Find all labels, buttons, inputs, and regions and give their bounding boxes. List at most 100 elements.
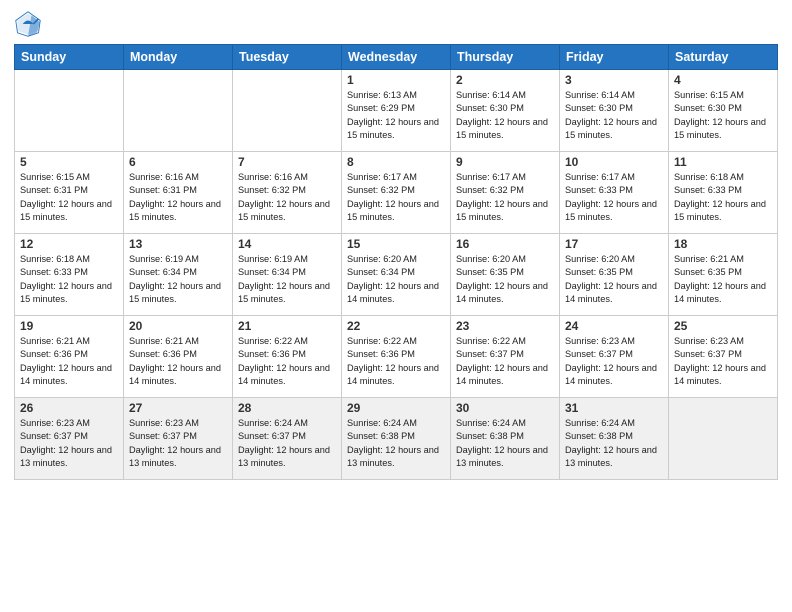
calendar-body: 1Sunrise: 6:13 AM Sunset: 6:29 PM Daylig… (15, 70, 778, 480)
day-number: 20 (129, 319, 227, 333)
day-number: 16 (456, 237, 554, 251)
calendar-cell: 6Sunrise: 6:16 AM Sunset: 6:31 PM Daylig… (124, 152, 233, 234)
day-number: 25 (674, 319, 772, 333)
day-number: 7 (238, 155, 336, 169)
day-number: 19 (20, 319, 118, 333)
day-number: 1 (347, 73, 445, 87)
calendar-cell: 15Sunrise: 6:20 AM Sunset: 6:34 PM Dayli… (342, 234, 451, 316)
day-info: Sunrise: 6:15 AM Sunset: 6:30 PM Dayligh… (674, 89, 772, 142)
weekday-header-saturday: Saturday (669, 45, 778, 70)
day-info: Sunrise: 6:17 AM Sunset: 6:32 PM Dayligh… (347, 171, 445, 224)
calendar-cell (124, 70, 233, 152)
day-number: 15 (347, 237, 445, 251)
week-row-1: 1Sunrise: 6:13 AM Sunset: 6:29 PM Daylig… (15, 70, 778, 152)
calendar-cell: 24 Sunrise: 6:23 AM Sunset: 6:37 PM Dayli… (560, 316, 669, 398)
day-number: 3 (565, 73, 663, 87)
day-info: Sunrise: 6:20 AM Sunset: 6:35 PM Dayligh… (456, 253, 554, 306)
day-info: Sunrise: 6:21 AM Sunset: 6:36 PM Dayligh… (129, 335, 227, 388)
calendar-table: SundayMondayTuesdayWednesdayThursdayFrid… (14, 44, 778, 480)
day-info: Sunrise: 6:22 AM Sunset: 6:37 PM Dayligh… (456, 335, 554, 388)
day-number: 10 (565, 155, 663, 169)
day-info: Sunrise: 6:24 AM Sunset: 6:38 PM Dayligh… (456, 417, 554, 470)
day-info: Sunrise: 6:23 AM Sunset: 6:37 PM Dayligh… (674, 335, 772, 388)
calendar-cell: 10 Sunrise: 6:17 AM Sunset: 6:33 PM Dayli… (560, 152, 669, 234)
weekday-header-monday: Monday (124, 45, 233, 70)
logo (14, 10, 46, 38)
day-number: 18 (674, 237, 772, 251)
weekday-header-sunday: Sunday (15, 45, 124, 70)
week-row-2: 5 Sunrise: 6:15 AM Sunset: 6:31 PM Daylig… (15, 152, 778, 234)
day-info: Sunrise: 6:18 AM Sunset: 6:33 PM Dayligh… (20, 253, 118, 306)
calendar-cell: 25 Sunrise: 6:23 AM Sunset: 6:37 PM Dayli… (669, 316, 778, 398)
day-info: Sunrise: 6:16 AM Sunset: 6:32 PM Dayligh… (238, 171, 336, 224)
day-number: 22 (347, 319, 445, 333)
calendar-cell: 3 Sunrise: 6:14 AM Sunset: 6:30 PM Daylig… (560, 70, 669, 152)
calendar-cell: 12Sunrise: 6:18 AM Sunset: 6:33 PM Dayli… (15, 234, 124, 316)
day-info: Sunrise: 6:14 AM Sunset: 6:30 PM Dayligh… (456, 89, 554, 142)
calendar-cell: 7 Sunrise: 6:16 AM Sunset: 6:32 PM Daylig… (233, 152, 342, 234)
day-info: Sunrise: 6:16 AM Sunset: 6:31 PM Dayligh… (129, 171, 227, 224)
logo-icon (14, 10, 42, 38)
weekday-header-friday: Friday (560, 45, 669, 70)
day-info: Sunrise: 6:19 AM Sunset: 6:34 PM Dayligh… (238, 253, 336, 306)
calendar-cell: 22 Sunrise: 6:22 AM Sunset: 6:36 PM Dayli… (342, 316, 451, 398)
day-number: 5 (20, 155, 118, 169)
page: SundayMondayTuesdayWednesdayThursdayFrid… (0, 0, 792, 612)
calendar-cell: 11Sunrise: 6:18 AM Sunset: 6:33 PM Dayli… (669, 152, 778, 234)
day-info: Sunrise: 6:24 AM Sunset: 6:38 PM Dayligh… (347, 417, 445, 470)
day-info: Sunrise: 6:18 AM Sunset: 6:33 PM Dayligh… (674, 171, 772, 224)
calendar-cell: 8 Sunrise: 6:17 AM Sunset: 6:32 PM Daylig… (342, 152, 451, 234)
calendar-cell: 29 Sunrise: 6:24 AM Sunset: 6:38 PM Dayli… (342, 398, 451, 480)
day-info: Sunrise: 6:21 AM Sunset: 6:35 PM Dayligh… (674, 253, 772, 306)
calendar-cell: 27 Sunrise: 6:23 AM Sunset: 6:37 PM Dayli… (124, 398, 233, 480)
calendar-cell: 21 Sunrise: 6:22 AM Sunset: 6:36 PM Dayli… (233, 316, 342, 398)
calendar-cell: 18 Sunrise: 6:21 AM Sunset: 6:35 PM Dayli… (669, 234, 778, 316)
calendar-cell: 2 Sunrise: 6:14 AM Sunset: 6:30 PM Daylig… (451, 70, 560, 152)
day-info: Sunrise: 6:23 AM Sunset: 6:37 PM Dayligh… (565, 335, 663, 388)
weekday-row: SundayMondayTuesdayWednesdayThursdayFrid… (15, 45, 778, 70)
day-info: Sunrise: 6:19 AM Sunset: 6:34 PM Dayligh… (129, 253, 227, 306)
day-number: 29 (347, 401, 445, 415)
calendar-cell: 19Sunrise: 6:21 AM Sunset: 6:36 PM Dayli… (15, 316, 124, 398)
day-number: 4 (674, 73, 772, 87)
day-number: 2 (456, 73, 554, 87)
day-number: 31 (565, 401, 663, 415)
calendar-cell: 28 Sunrise: 6:24 AM Sunset: 6:37 PM Dayli… (233, 398, 342, 480)
day-info: Sunrise: 6:24 AM Sunset: 6:37 PM Dayligh… (238, 417, 336, 470)
day-number: 27 (129, 401, 227, 415)
calendar-cell (669, 398, 778, 480)
day-number: 8 (347, 155, 445, 169)
day-number: 21 (238, 319, 336, 333)
header (14, 10, 778, 38)
calendar-cell: 23 Sunrise: 6:22 AM Sunset: 6:37 PM Dayli… (451, 316, 560, 398)
day-info: Sunrise: 6:22 AM Sunset: 6:36 PM Dayligh… (347, 335, 445, 388)
calendar-cell: 20 Sunrise: 6:21 AM Sunset: 6:36 PM Dayli… (124, 316, 233, 398)
day-number: 23 (456, 319, 554, 333)
calendar-cell: 30Sunrise: 6:24 AM Sunset: 6:38 PM Dayli… (451, 398, 560, 480)
day-info: Sunrise: 6:22 AM Sunset: 6:36 PM Dayligh… (238, 335, 336, 388)
day-number: 28 (238, 401, 336, 415)
day-info: Sunrise: 6:17 AM Sunset: 6:32 PM Dayligh… (456, 171, 554, 224)
calendar-cell: 17 Sunrise: 6:20 AM Sunset: 6:35 PM Dayli… (560, 234, 669, 316)
calendar-cell: 14 Sunrise: 6:19 AM Sunset: 6:34 PM Dayli… (233, 234, 342, 316)
day-info: Sunrise: 6:14 AM Sunset: 6:30 PM Dayligh… (565, 89, 663, 142)
day-number: 24 (565, 319, 663, 333)
day-info: Sunrise: 6:15 AM Sunset: 6:31 PM Dayligh… (20, 171, 118, 224)
calendar-cell: 5 Sunrise: 6:15 AM Sunset: 6:31 PM Daylig… (15, 152, 124, 234)
weekday-header-wednesday: Wednesday (342, 45, 451, 70)
calendar-cell (15, 70, 124, 152)
calendar-cell: 16 Sunrise: 6:20 AM Sunset: 6:35 PM Dayli… (451, 234, 560, 316)
day-number: 14 (238, 237, 336, 251)
week-row-4: 19 Sunrise: 6:21 AM Sunset: 6:36 PM Dayli… (15, 316, 778, 398)
day-number: 17 (565, 237, 663, 251)
calendar-cell: 9Sunrise: 6:17 AM Sunset: 6:32 PM Daylig… (451, 152, 560, 234)
calendar-cell: 13Sunrise: 6:19 AM Sunset: 6:34 PM Dayli… (124, 234, 233, 316)
day-info: Sunrise: 6:17 AM Sunset: 6:33 PM Dayligh… (565, 171, 663, 224)
week-row-5: 26Sunrise: 6:23 AM Sunset: 6:37 PM Dayli… (15, 398, 778, 480)
calendar-cell: 26Sunrise: 6:23 AM Sunset: 6:37 PM Dayli… (15, 398, 124, 480)
calendar-cell (233, 70, 342, 152)
day-info: Sunrise: 6:23 AM Sunset: 6:37 PM Dayligh… (129, 417, 227, 470)
weekday-header-tuesday: Tuesday (233, 45, 342, 70)
day-info: Sunrise: 6:24 AM Sunset: 6:38 PM Dayligh… (565, 417, 663, 470)
day-info: Sunrise: 6:20 AM Sunset: 6:35 PM Dayligh… (565, 253, 663, 306)
